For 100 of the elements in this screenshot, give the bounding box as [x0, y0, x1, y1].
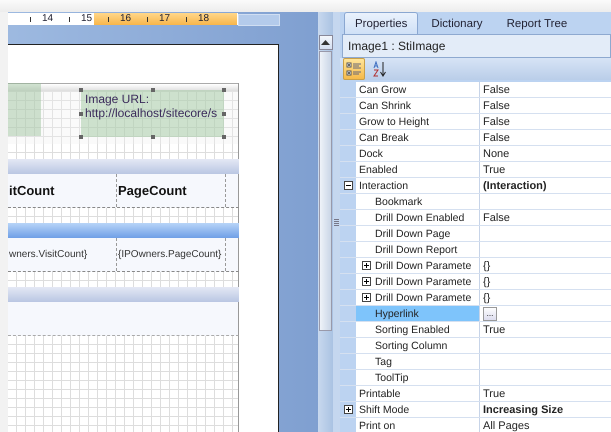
- property-value: True: [483, 164, 506, 176]
- column-header-text[interactable]: PageCount: [117, 174, 226, 207]
- row-header-cell: [340, 146, 356, 161]
- row-header-cell: [340, 226, 356, 241]
- property-name[interactable]: Sorting Enabled: [356, 322, 480, 337]
- property-label: Drill Down Paramete: [375, 276, 472, 288]
- tab[interactable]: Properties: [344, 12, 418, 34]
- property-value: True: [483, 324, 506, 336]
- property-label: Grow to Height: [359, 116, 430, 128]
- column-header-text[interactable]: itCount: [8, 174, 117, 207]
- page-header-band[interactable]: Image URL: http://localhost/sitecore/s: [8, 83, 239, 144]
- property-name[interactable]: Bookmark: [356, 194, 480, 209]
- row-header-cell: [340, 210, 356, 225]
- row-header-cell: [340, 274, 356, 289]
- row-header-cell: [340, 338, 356, 353]
- property-value: False: [483, 100, 510, 112]
- vertical-scrollbar[interactable]: [318, 12, 333, 432]
- row-header-cell: [340, 322, 356, 337]
- property-value: False: [483, 212, 510, 224]
- image-component[interactable]: Image URL: http://localhost/sitecore/s: [81, 90, 224, 137]
- ruler-number: 15: [81, 13, 92, 25]
- row-header-cell: [340, 114, 356, 129]
- property-value: {}: [483, 276, 490, 288]
- property-label: Can Grow: [359, 84, 406, 96]
- property-label: Drill Down Page: [375, 228, 450, 240]
- property-value: False: [483, 132, 510, 144]
- property-label: Hyperlink: [375, 308, 419, 320]
- property-value: True: [483, 388, 506, 400]
- property-name[interactable]: Print on: [356, 418, 480, 432]
- property-label: Bookmark: [375, 196, 422, 208]
- property-name[interactable]: Drill Down Paramete: [356, 274, 480, 289]
- row-header-cell: [340, 290, 356, 305]
- expand-icon[interactable]: [362, 293, 371, 302]
- scroll-up-button[interactable]: [318, 35, 332, 50]
- property-name[interactable]: Sorting Column: [356, 338, 480, 353]
- property-name[interactable]: Drill Down Enabled: [356, 210, 480, 225]
- property-value: None: [483, 148, 510, 160]
- row-header-cell: [340, 242, 356, 257]
- property-name[interactable]: Interaction: [356, 178, 480, 193]
- property-label: Sorting Column: [375, 340, 448, 352]
- property-name[interactable]: Drill Down Paramete: [356, 258, 480, 273]
- ruler-end: [238, 14, 280, 26]
- property-name[interactable]: Can Grow: [356, 82, 480, 97]
- property-name[interactable]: Tag: [356, 354, 480, 369]
- property-name[interactable]: ToolTip: [356, 370, 480, 385]
- property-name[interactable]: Hyperlink: [356, 306, 480, 321]
- property-label: Print on: [359, 420, 396, 432]
- property-label: Drill Down Paramete: [375, 292, 472, 304]
- ruler-number: 18: [198, 13, 210, 25]
- row-header-cell: [340, 130, 356, 145]
- property-label: Can Break: [359, 132, 409, 144]
- data-field-text[interactable]: wners.VisitCount}: [8, 238, 117, 271]
- object-title: Image1 : StiImage: [342, 34, 611, 58]
- ruler-number: 14: [42, 13, 54, 25]
- property-label: Printable: [359, 388, 400, 400]
- property-label: Interaction: [359, 180, 408, 192]
- property-name[interactable]: Drill Down Page: [356, 226, 480, 241]
- property-name[interactable]: Can Break: [356, 130, 480, 145]
- row-header-cell: [340, 354, 356, 369]
- property-name[interactable]: Shift Mode: [356, 402, 480, 417]
- property-name[interactable]: Grow to Height: [356, 114, 480, 129]
- property-label: Enabled: [359, 164, 398, 176]
- expand-icon[interactable]: [362, 261, 371, 270]
- property-name[interactable]: Dock: [356, 146, 480, 161]
- expand-icon[interactable]: [362, 277, 371, 286]
- collapse-icon[interactable]: [344, 181, 352, 190]
- ruler-number: 16: [120, 13, 132, 25]
- property-label: Tag: [375, 356, 392, 368]
- property-label: Shift Mode: [359, 404, 410, 416]
- property-label: Drill Down Paramete: [375, 260, 472, 272]
- property-name[interactable]: Printable: [356, 386, 480, 401]
- scroll-thumb[interactable]: [319, 51, 332, 331]
- property-label: Can Shrink: [359, 100, 411, 112]
- image-url-label: Image URL:: [85, 92, 150, 106]
- property-value: False: [483, 116, 510, 128]
- tab[interactable]: Dictionary: [420, 13, 494, 34]
- data-field-text[interactable]: {IPOwners.PageCount}: [117, 238, 226, 271]
- property-value: {}: [483, 292, 490, 304]
- ellipsis-button[interactable]: ...: [483, 306, 497, 320]
- property-label: Sorting Enabled: [375, 324, 450, 336]
- property-label: Dock: [359, 148, 383, 160]
- up-arrow-icon: [321, 40, 330, 45]
- property-name[interactable]: Can Shrink: [356, 98, 480, 113]
- property-name[interactable]: Drill Down Report: [356, 242, 480, 257]
- tab[interactable]: Report Tree: [496, 13, 578, 34]
- property-value: Increasing Size: [483, 404, 564, 416]
- row-header-cell: [340, 370, 356, 385]
- categorized-button[interactable]: [343, 58, 365, 80]
- property-name[interactable]: Enabled: [356, 162, 480, 177]
- property-label: Drill Down Enabled: [375, 212, 464, 224]
- row-header-cell: [340, 258, 356, 273]
- property-value: All Pages: [483, 420, 530, 432]
- property-value: False: [483, 84, 510, 96]
- splitter-handle[interactable]: [333, 12, 340, 432]
- property-label: Drill Down Report: [375, 244, 458, 256]
- image-url: http://localhost/sitecore/s: [85, 106, 218, 120]
- property-value: (Interaction): [483, 180, 547, 192]
- expand-icon[interactable]: [344, 405, 352, 414]
- property-name[interactable]: Drill Down Paramete: [356, 290, 480, 305]
- ruler-number: 17: [159, 13, 170, 25]
